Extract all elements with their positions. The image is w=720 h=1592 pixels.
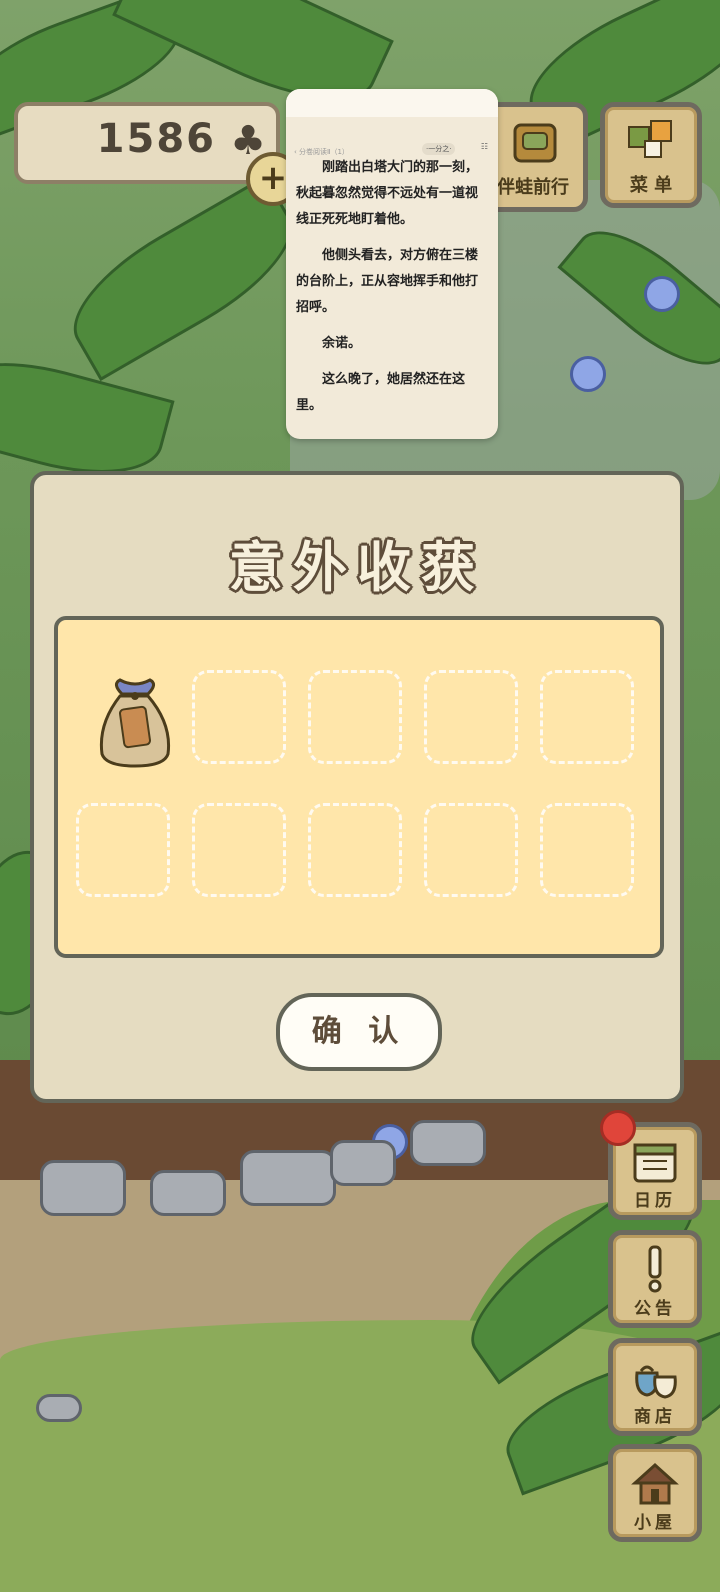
seed-bag-icon[interactable] [92, 674, 178, 770]
notice-label: 公告 [634, 1299, 676, 1319]
reward-slot-empty [540, 670, 634, 764]
confirm-button[interactable]: 确 认 [276, 993, 442, 1071]
shop-label: 商店 [634, 1407, 676, 1427]
reward-dialog: 意外收获 确 认 [30, 471, 684, 1103]
reader-popup[interactable]: ‹ 分卷阅读Ⅱ（1） ·一分之· ☷ 刚踏出白塔大门的那一刻，秋起暮忽然觉得不远… [286, 89, 498, 439]
calendar-label: 日历 [634, 1191, 676, 1211]
reader-popup-header [286, 89, 498, 117]
reward-slot-empty [424, 670, 518, 764]
reward-slot-empty [308, 670, 402, 764]
reader-paragraph: 这么晚了，她居然还在这里。 [296, 372, 466, 413]
clover-count: 1586 [96, 116, 216, 162]
stone [240, 1150, 336, 1206]
reward-slot-empty [540, 803, 634, 897]
notice-button[interactable]: 公告 [608, 1230, 702, 1328]
stone [410, 1120, 486, 1166]
calendar-icon [633, 1143, 677, 1183]
reward-slot-empty [192, 803, 286, 897]
reader-text: 刚踏出白塔大门的那一刻，秋起暮忽然觉得不远处有一道视线正死死地盯着他。 他侧头看… [296, 155, 488, 429]
exclamation-icon [648, 1245, 662, 1293]
morning-glory-flower [570, 356, 606, 392]
morning-glory-flower [644, 276, 680, 312]
reward-items-panel [54, 616, 664, 958]
stone [150, 1170, 226, 1216]
reader-paragraph: 刚踏出白塔大门的那一刻，秋起暮忽然觉得不远处有一道视线正死死地盯着他。 [296, 160, 479, 227]
reader-menu-icon[interactable]: ☷ [481, 142, 488, 151]
notification-badge [600, 1110, 636, 1146]
reward-slot-empty [76, 803, 170, 897]
stone [36, 1394, 82, 1422]
clover-counter: 1586 ♣ [14, 102, 280, 184]
reader-coin-badge: ·一分之· [422, 143, 456, 155]
stone [330, 1140, 396, 1186]
reader-paragraph: 他侧头看去，对方俯在三楼的台阶上，正从容地挥手和他打招呼。 [296, 248, 479, 315]
reader-paragraph: 余诺。 [322, 336, 362, 351]
house-button[interactable]: 小屋 [608, 1444, 702, 1542]
house-icon [631, 1462, 679, 1505]
bag-icon [513, 123, 557, 163]
shop-bags-icon [635, 1365, 677, 1399]
menu-button[interactable]: 菜 单 [600, 102, 702, 208]
reward-slot-empty [424, 803, 518, 897]
shop-button[interactable]: 商店 [608, 1338, 702, 1436]
menu-icon [628, 120, 672, 158]
reward-slot-empty [308, 803, 402, 897]
frog-travel-label: 伴蛙前行 [497, 177, 569, 198]
menu-label: 菜 单 [629, 175, 673, 196]
reward-slot-empty [192, 670, 286, 764]
dialog-title: 意外收获 [229, 536, 485, 599]
house-label: 小屋 [634, 1513, 676, 1533]
stone [40, 1160, 126, 1216]
